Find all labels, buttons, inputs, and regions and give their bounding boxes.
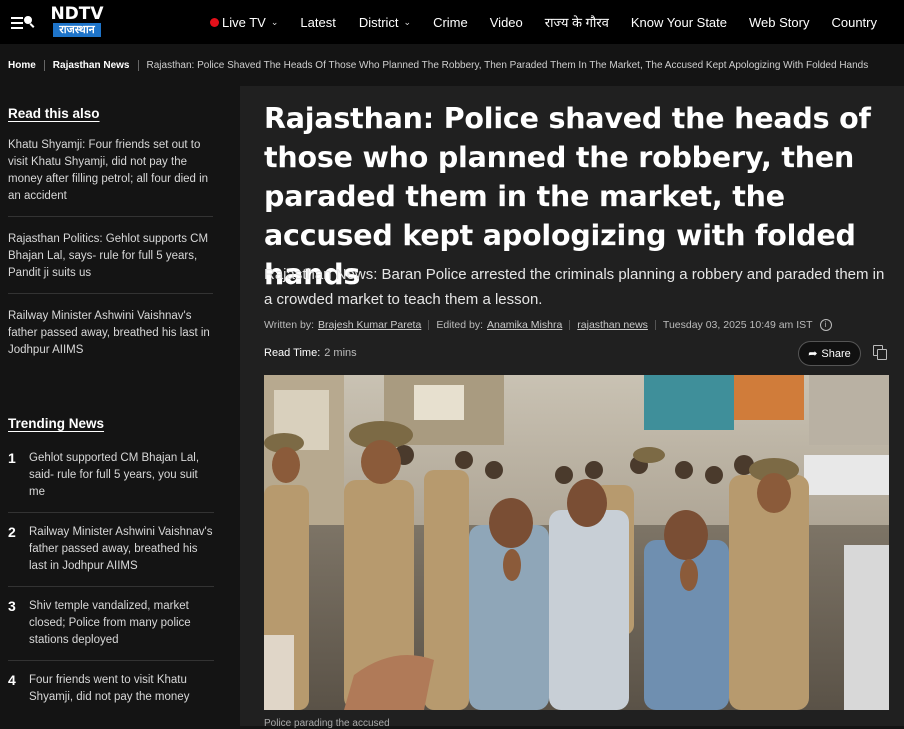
live-dot-icon (210, 17, 219, 27)
nav-menu: Live TV ⌄ Latest District ⌄ Crime Video राज्य क… (210, 0, 877, 44)
breadcrumb-section[interactable]: Rajasthan News (53, 60, 130, 71)
read-also-list: Khatu Shyamji: Four friends set out to v… (8, 137, 230, 370)
trending-list: 1 Gehlot supported CM Bhajan Lal, said- … (8, 450, 214, 728)
nav-item-label: Web Story (749, 14, 810, 30)
top-navbar: NDTV राजस्थान Live TV ⌄ Latest District ⌄ Cri… (0, 0, 904, 44)
trending-text: Railway Minister Ashwini Vaishnav's fath… (29, 526, 213, 572)
trending-number: 3 (8, 598, 16, 614)
nav-item-राज्य-के-गौरव[interactable]: राज्य के गौरव (545, 13, 609, 31)
trending-item[interactable]: 3 Shiv temple vandalized, market closed;… (8, 598, 214, 661)
breadcrumb-separator (137, 59, 139, 71)
chevron-down-icon: ⌄ (270, 16, 279, 27)
photo-caption: Police parading the accused (264, 718, 390, 729)
meta-separator (428, 320, 430, 330)
logo-subtitle: राजस्थान (53, 23, 101, 37)
nav-item-label: Live TV (222, 14, 266, 30)
read-time: Read Time: 2 mins (264, 347, 357, 359)
trending-text: Four friends went to visit Khatu Shyamji… (29, 674, 190, 703)
share-label: Share (821, 347, 851, 360)
read-also-item[interactable]: Railway Minister Ashwini Vaishnav's fath… (8, 294, 213, 370)
read-also-item[interactable]: Khatu Shyamji: Four friends set out to v… (8, 137, 213, 217)
trending-number: 1 (8, 450, 16, 466)
nav-item-know-your-state[interactable]: Know Your State (631, 15, 727, 30)
written-by-label: Written by: (264, 319, 314, 331)
read-time-value: 2 mins (324, 347, 357, 359)
nav-item-crime[interactable]: Crime (433, 15, 468, 30)
meta-separator (569, 320, 571, 330)
logo-text: NDTV (50, 4, 104, 24)
nav-item-live-tv[interactable]: Live TV ⌄ (210, 15, 278, 30)
ndtv-rajasthan-logo[interactable]: NDTV राजस्थान (47, 5, 107, 39)
breadcrumb-separator (43, 59, 45, 71)
editor-link[interactable]: Anamika Mishra (487, 319, 562, 331)
copy-link-icon[interactable] (873, 345, 889, 361)
breadcrumb: Home Rajasthan News Rajasthan: Police Sh… (0, 44, 904, 86)
article-meta: Written by: Brajesh Kumar Pareta Edited … (264, 319, 832, 331)
read-time-label: Read Time: (264, 347, 321, 359)
meta-separator (654, 320, 656, 330)
trending-text: Shiv temple vandalized, market closed; P… (29, 600, 191, 646)
article-photo (264, 375, 889, 710)
trending-text: Gehlot supported CM Bhajan Lal, said- ru… (29, 452, 200, 498)
publish-date: Tuesday 03, 2025 10:49 am IST (662, 319, 813, 331)
nav-item-district[interactable]: District ⌄ (359, 15, 411, 30)
breadcrumb-home[interactable]: Home (8, 60, 36, 71)
nav-item-label: Know Your State (630, 14, 728, 30)
nav-item-label: District (358, 14, 399, 30)
nav-item-video[interactable]: Video (490, 15, 523, 30)
article-subhead: Rajasthan News: Baran Police arrested th… (264, 266, 885, 308)
trending-item[interactable]: 2 Railway Minister Ashwini Vaishnav's fa… (8, 524, 214, 587)
read-also-title: Read this also (8, 106, 100, 121)
share-button[interactable]: ➦ Share (798, 341, 861, 366)
nav-item-web-story[interactable]: Web Story (749, 15, 809, 30)
edited-by-label: Edited by: (436, 319, 484, 331)
share-icon: ➦ (808, 348, 818, 360)
nav-item-label: राज्य के गौरव (544, 15, 609, 30)
trending-item[interactable]: 1 Gehlot supported CM Bhajan Lal, said- … (8, 450, 214, 513)
info-icon[interactable]: i (819, 319, 832, 331)
menu-search-icon[interactable] (11, 12, 35, 32)
article-main: Rajasthan: Police shaved the heads of th… (240, 86, 904, 729)
nav-item-label: Country (831, 14, 877, 30)
read-also-item[interactable]: Rajasthan Politics: Gehlot supports CM B… (8, 217, 213, 294)
nav-item-label: Latest (300, 14, 336, 30)
nav-item-latest[interactable]: Latest (300, 15, 335, 30)
nav-item-country[interactable]: Country (831, 15, 877, 30)
category-link[interactable]: rajasthan news (577, 319, 648, 331)
trending-number: 4 (8, 672, 16, 688)
trending-item[interactable]: 4 Four friends went to visit Khatu Shyam… (8, 672, 214, 717)
chevron-down-icon: ⌄ (403, 16, 412, 27)
trending-title: Trending News (8, 416, 105, 431)
breadcrumb-current: Rajasthan: Police Shaved The Heads Of Th… (146, 59, 869, 71)
trending-number: 2 (8, 524, 16, 540)
nav-item-label: Crime (433, 14, 468, 30)
nav-item-label: Video (489, 14, 523, 30)
author-link[interactable]: Brajesh Kumar Pareta (318, 319, 421, 331)
